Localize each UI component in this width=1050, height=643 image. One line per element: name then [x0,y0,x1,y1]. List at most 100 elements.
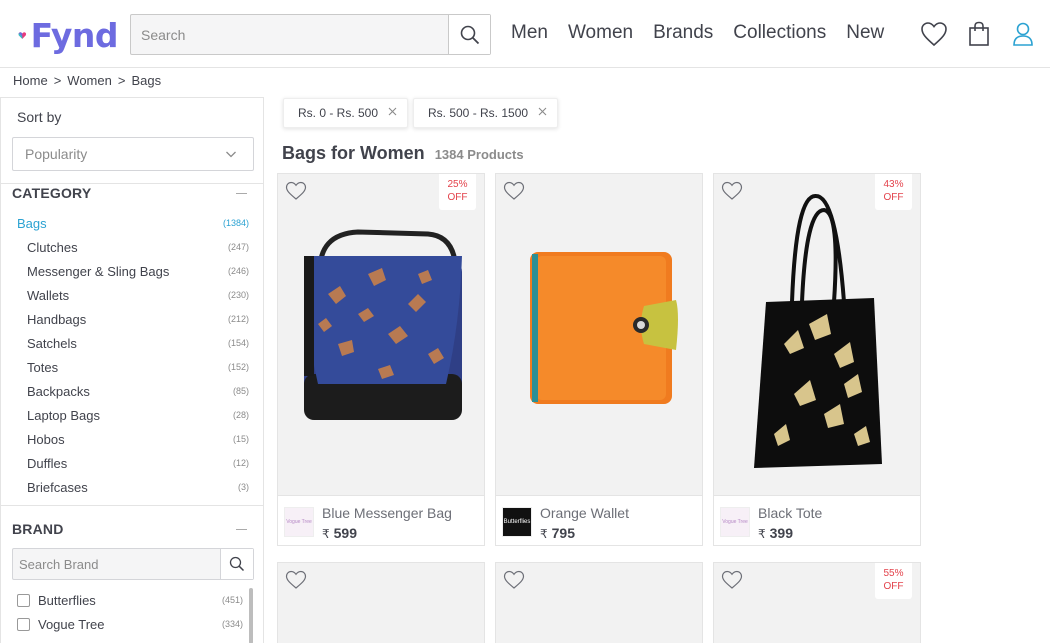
nav-brands[interactable]: Brands [653,22,713,44]
breadcrumb: Home > Women > Bags [13,73,161,88]
category-item-clutches[interactable]: Clutches (247) [1,236,263,260]
category-item-satchels[interactable]: Satchels (154) [1,332,263,356]
nav-new[interactable]: New [846,22,884,44]
breadcrumb-home[interactable]: Home [13,73,48,88]
wishlist-heart-icon[interactable] [721,570,743,590]
discount-percent: 43% [883,179,904,190]
collapse-category-icon[interactable] [236,193,247,194]
close-icon[interactable] [538,107,547,116]
brand-checkbox[interactable] [17,594,30,607]
breadcrumb-women[interactable]: Women [67,73,112,88]
product-image[interactable]: 43% OFF [714,174,920,495]
page-title: Bags for Women [282,143,425,163]
discount-badge: 25% OFF [439,174,476,210]
nav-men[interactable]: Men [511,22,548,44]
filter-chip-price-0-500: Rs. 0 - Rs. 500 [283,98,408,128]
brand-checkbox[interactable] [17,618,30,631]
category-item-wallets[interactable]: Wallets (230) [1,284,263,308]
category-item-backpacks[interactable]: Backpacks (85) [1,380,263,404]
product-card[interactable] [495,562,703,643]
product-info: Butterflies Orange Wallet ₹795 [496,495,702,545]
filter-chip-price-500-1500: Rs. 500 - Rs. 1500 [413,98,558,128]
header: Fynd Men Women Brands Collections New [0,0,1050,68]
discount-off: OFF [883,192,904,203]
wishlist-heart-icon[interactable] [285,181,307,201]
product-price: ₹599 [322,525,357,541]
price-value: 795 [551,525,575,541]
category-item-laptop-bags[interactable]: Laptop Bags (28) [1,404,263,428]
category-item-totes[interactable]: Totes (152) [1,356,263,380]
search-icon [460,25,479,44]
category-count: (154) [227,338,249,348]
brand-label: Vogue Tree [38,617,105,632]
category-item-bags[interactable]: Bags (1384) [1,212,263,236]
product-name[interactable]: Blue Messenger Bag [322,505,452,521]
product-image[interactable] [496,174,702,495]
user-icon[interactable] [1009,20,1037,48]
sort-label: Sort by [17,109,62,125]
brand-logo: Vogue Tree [720,507,750,537]
logo-text: Fynd [30,15,119,55]
product-card[interactable]: 43% OFF Vogue Tree Black Tote ₹399 [713,173,921,546]
product-image[interactable]: 25% OFF [278,174,484,495]
brand-count: (451) [221,595,243,605]
discount-percent: 55% [883,568,904,579]
breadcrumb-separator: > [53,73,62,88]
discount-off: OFF [447,192,468,203]
wishlist-heart-icon[interactable] [721,181,743,201]
category-item-messenger-sling-bags[interactable]: Messenger & Sling Bags (246) [1,260,263,284]
brand-search-input[interactable] [13,549,220,579]
category-label: Laptop Bags [27,408,101,423]
category-count: (212) [227,314,249,324]
brand-list-scrollbar[interactable] [249,588,253,643]
collapse-brand-icon[interactable] [236,529,247,530]
currency-symbol: ₹ [322,527,330,541]
product-image[interactable] [278,563,484,643]
nav-collections[interactable]: Collections [733,22,826,44]
category-item-handbags[interactable]: Handbags (212) [1,308,263,332]
brand-label: Butterflies [38,593,96,608]
product-info: Vogue Tree Black Tote ₹399 [714,495,920,545]
wishlist-heart-icon[interactable] [503,181,525,201]
category-item-duffles[interactable]: Duffles (12) [1,452,263,476]
category-label: Hobos [27,432,65,447]
category-label: Handbags [27,312,87,327]
search-button[interactable] [448,15,490,54]
wishlist-heart-icon[interactable] [503,570,525,590]
search-input[interactable] [131,15,448,54]
category-label: Wallets [27,288,70,303]
product-card[interactable]: 55% OFF [713,562,921,643]
category-count: (247) [227,242,249,252]
wishlist-icon[interactable] [920,20,948,48]
product-card[interactable] [277,562,485,643]
breadcrumb-separator: > [117,73,126,88]
category-label: Backpacks [27,384,90,399]
product-price: ₹795 [540,525,575,541]
product-name[interactable]: Orange Wallet [540,505,629,521]
category-label: Satchels [27,336,77,351]
divider [1,183,263,184]
sort-dropdown[interactable]: Popularity [12,137,254,171]
category-item-briefcases[interactable]: Briefcases (3) [1,476,263,500]
brand-list: Butterflies (451) Vogue Tree (334) [1,590,263,638]
product-info: Vogue Tree Blue Messenger Bag ₹599 [278,495,484,545]
close-icon[interactable] [388,107,397,116]
brand-item-butterflies[interactable]: Butterflies (451) [1,590,263,614]
category-count: (85) [232,386,249,396]
brand-search-button[interactable] [220,549,253,579]
shopping-bag-icon[interactable] [965,20,993,48]
nav-women[interactable]: Women [568,22,633,44]
product-image[interactable]: 55% OFF [714,563,920,643]
wishlist-heart-icon[interactable] [285,570,307,590]
category-count: (12) [232,458,249,468]
product-name[interactable]: Black Tote [758,505,822,521]
fynd-logo[interactable]: Fynd [18,14,119,56]
category-item-hobos[interactable]: Hobos (15) [1,428,263,452]
product-card[interactable]: 25% OFF Vogue Tree Blue Messenger Bag ₹5… [277,173,485,546]
brand-item-vogue-tree[interactable]: Vogue Tree (334) [1,614,263,638]
product-card[interactable]: Butterflies Orange Wallet ₹795 [495,173,703,546]
category-label: Bags [17,216,47,231]
brand-search-bar [12,548,254,580]
product-image[interactable] [496,563,702,643]
listing-title-row: Bags for Women 1384 Products [282,143,524,164]
